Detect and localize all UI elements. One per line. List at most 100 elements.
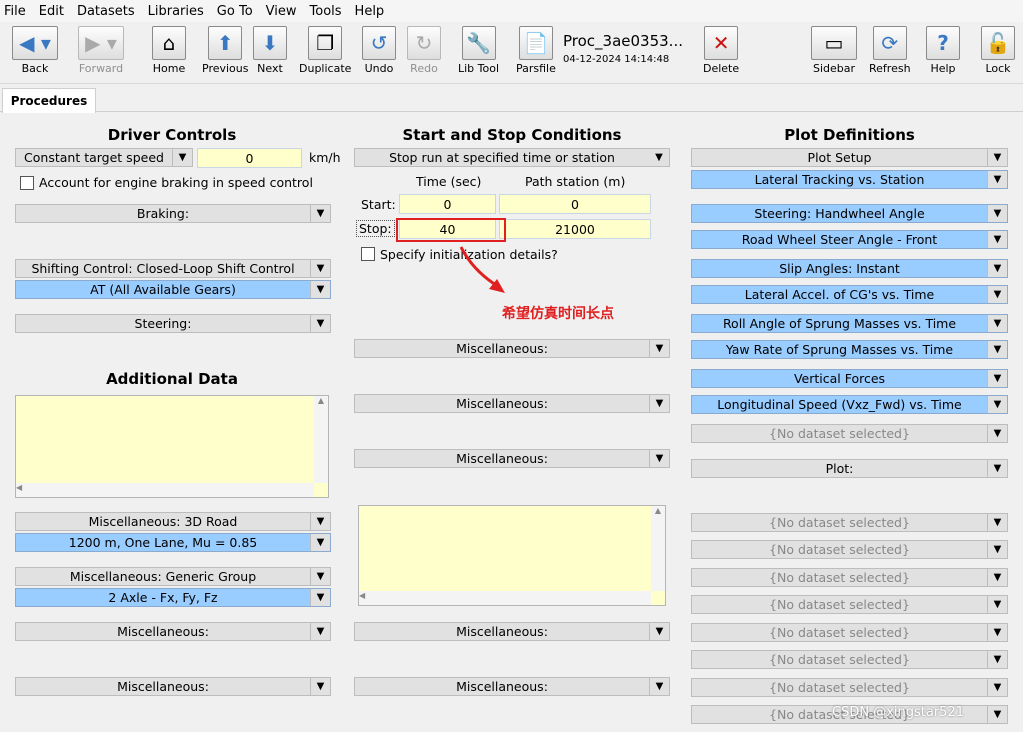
- plot-dataset-label: {No dataset selected}: [769, 515, 910, 530]
- plot-dataset-dropdown[interactable]: Longitudinal Speed (Vxz_Fwd) vs. Time ▼: [691, 395, 1008, 414]
- refresh-button[interactable]: ⟳ Refresh: [869, 26, 911, 75]
- misc-label: Miscellaneous:: [117, 624, 209, 639]
- start-label: Start:: [361, 197, 396, 212]
- axle-dataset-dropdown[interactable]: 2 Axle - Fx, Fy, Fz ▼: [15, 588, 331, 607]
- plot-label: Plot:: [825, 461, 854, 476]
- lock-icon: 🔓: [981, 26, 1015, 60]
- start-stop-textarea[interactable]: ▲ ◀: [358, 505, 666, 606]
- plot-dataset-dropdown[interactable]: {No dataset selected} ▼: [691, 595, 1008, 614]
- start-time-input[interactable]: 0: [399, 194, 496, 214]
- plot-dataset-label: Vertical Forces: [793, 371, 886, 386]
- plot-dataset-dropdown[interactable]: {No dataset selected} ▼: [691, 513, 1008, 532]
- horizontal-scrollbar[interactable]: ◀: [359, 591, 651, 605]
- menu-tools[interactable]: Tools: [310, 4, 342, 19]
- delete-button[interactable]: ✕ Delete: [703, 26, 739, 75]
- plot-dataset-dropdown[interactable]: Yaw Rate of Sprung Masses vs. Time ▼: [691, 340, 1008, 359]
- plot-dataset-dropdown[interactable]: {No dataset selected} ▼: [691, 540, 1008, 559]
- menu-edit[interactable]: Edit: [39, 4, 64, 19]
- stop-mode-dropdown[interactable]: Stop run at specified time or station ▼: [354, 148, 670, 167]
- additional-data-textarea[interactable]: ▲ ◀: [15, 395, 329, 498]
- plot-dataset-dropdown[interactable]: {No dataset selected} ▼: [691, 678, 1008, 697]
- misc-generic-group-dropdown[interactable]: Miscellaneous: Generic Group ▼: [15, 567, 331, 586]
- chevron-down-icon: ▼: [172, 149, 192, 166]
- chevron-down-icon: ▼: [987, 460, 1007, 477]
- stop-path-input[interactable]: 21000: [499, 219, 651, 239]
- menu-view[interactable]: View: [266, 4, 297, 19]
- plot-dataset-dropdown[interactable]: Steering: Handwheel Angle ▼: [691, 204, 1008, 223]
- shifting-label: Shifting Control: Closed-Loop Shift Cont…: [31, 261, 295, 276]
- wrench-icon: 🔧: [461, 26, 496, 60]
- speed-mode-dropdown[interactable]: Constant target speed ▼: [15, 148, 193, 167]
- delete-x-icon: ✕: [704, 26, 739, 60]
- shifting-control-dropdown[interactable]: Shifting Control: Closed-Loop Shift Cont…: [15, 259, 331, 278]
- start-stop-heading: Start and Stop Conditions: [402, 126, 622, 144]
- undo-icon: ↺: [362, 26, 396, 60]
- plot-dataset-label: {No dataset selected}: [769, 652, 910, 667]
- gears-dropdown[interactable]: AT (All Available Gears) ▼: [15, 280, 331, 299]
- forward-button[interactable]: ▶ ▾ Forward: [78, 26, 124, 75]
- plot-dataset-dropdown[interactable]: Road Wheel Steer Angle - Front ▼: [691, 230, 1008, 249]
- braking-dropdown[interactable]: Braking: ▼: [15, 204, 331, 223]
- init-details-checkbox[interactable]: [361, 247, 375, 261]
- back-label: Back: [21, 62, 49, 75]
- lock-button[interactable]: 🔓 Lock: [981, 26, 1015, 75]
- chevron-down-icon: ▼: [987, 205, 1007, 222]
- next-button[interactable]: ⬇ Next: [253, 26, 287, 75]
- parsfile-button[interactable]: 📄 Parsfile: [516, 26, 556, 75]
- duplicate-button[interactable]: ❐ Duplicate: [299, 26, 351, 75]
- plot-dataset-dropdown[interactable]: Slip Angles: Instant ▼: [691, 259, 1008, 278]
- plot-dataset-dropdown[interactable]: Lateral Accel. of CG's vs. Time ▼: [691, 285, 1008, 304]
- menu-file[interactable]: File: [4, 4, 26, 19]
- chevron-down-icon: ▼: [987, 341, 1007, 358]
- chevron-down-icon: ▼: [987, 541, 1007, 558]
- menu-goto[interactable]: Go To: [217, 4, 253, 19]
- undo-button[interactable]: ↺ Undo: [362, 26, 396, 75]
- misc-dropdown-mid-3[interactable]: Miscellaneous: ▼: [354, 449, 670, 468]
- next-label: Next: [257, 62, 283, 75]
- misc-dropdown-mid-2[interactable]: Miscellaneous: ▼: [354, 394, 670, 413]
- tab-procedures[interactable]: Procedures: [2, 88, 96, 113]
- driver-controls-heading: Driver Controls: [107, 126, 237, 144]
- misc-dropdown-left-2[interactable]: Miscellaneous: ▼: [15, 677, 331, 696]
- misc-dropdown-mid-1[interactable]: Miscellaneous: ▼: [354, 339, 670, 358]
- plot-dataset-dropdown[interactable]: {No dataset selected} ▼: [691, 650, 1008, 669]
- gears-label: AT (All Available Gears): [90, 282, 236, 297]
- plot-dropdown[interactable]: Plot: ▼: [691, 459, 1008, 478]
- menu-datasets[interactable]: Datasets: [77, 4, 135, 19]
- misc-dropdown-mid-5[interactable]: Miscellaneous: ▼: [354, 677, 670, 696]
- chevron-down-icon: ▼: [987, 706, 1007, 723]
- help-button[interactable]: ? Help: [926, 26, 960, 75]
- steering-dropdown[interactable]: Steering: ▼: [15, 314, 331, 333]
- plot-dataset-dropdown[interactable]: {No dataset selected} ▼: [691, 424, 1008, 443]
- horizontal-scrollbar[interactable]: ◀: [16, 483, 314, 497]
- road-dataset-dropdown[interactable]: 1200 m, One Lane, Mu = 0.85 ▼: [15, 533, 331, 552]
- misc-dropdown-mid-4[interactable]: Miscellaneous: ▼: [354, 622, 670, 641]
- vertical-scrollbar[interactable]: ▲: [314, 396, 328, 483]
- plot-dataset-dropdown[interactable]: {No dataset selected} ▼: [691, 623, 1008, 642]
- home-button[interactable]: ⌂ Home: [152, 26, 186, 75]
- plot-dataset-dropdown[interactable]: Roll Angle of Sprung Masses vs. Time ▼: [691, 314, 1008, 333]
- menu-help[interactable]: Help: [355, 4, 385, 19]
- lateral-tracking-dropdown[interactable]: Lateral Tracking vs. Station ▼: [691, 170, 1008, 189]
- menu-libraries[interactable]: Libraries: [148, 4, 204, 19]
- target-speed-input[interactable]: 0: [197, 148, 302, 168]
- previous-button[interactable]: ⬆ Previous: [202, 26, 249, 75]
- start-path-input[interactable]: 0: [499, 194, 651, 214]
- misc-3d-road-dropdown[interactable]: Miscellaneous: 3D Road ▼: [15, 512, 331, 531]
- chevron-down-icon: ▼: [987, 396, 1007, 413]
- libtool-button[interactable]: 🔧 Lib Tool: [458, 26, 499, 75]
- plot-dataset-dropdown[interactable]: Vertical Forces ▼: [691, 369, 1008, 388]
- engine-braking-checkbox[interactable]: [20, 176, 34, 190]
- sidebar-button[interactable]: ▭ Sidebar: [811, 26, 857, 75]
- engine-braking-label: Account for engine braking in speed cont…: [39, 175, 313, 190]
- misc-dropdown-left-1[interactable]: Miscellaneous: ▼: [15, 622, 331, 641]
- back-button[interactable]: ◀ ▾ Back: [12, 26, 58, 75]
- plot-dataset-label: Yaw Rate of Sprung Masses vs. Time: [725, 342, 954, 357]
- road-dataset-label: 1200 m, One Lane, Mu = 0.85: [68, 535, 258, 550]
- plot-dataset-dropdown[interactable]: {No dataset selected} ▼: [691, 568, 1008, 587]
- chevron-down-icon: ▼: [310, 205, 330, 222]
- plot-setup-dropdown[interactable]: Plot Setup ▼: [691, 148, 1008, 167]
- redo-button[interactable]: ↻ Redo: [407, 26, 441, 75]
- vertical-scrollbar[interactable]: ▲: [651, 506, 665, 591]
- additional-data-heading: Additional Data: [106, 370, 238, 388]
